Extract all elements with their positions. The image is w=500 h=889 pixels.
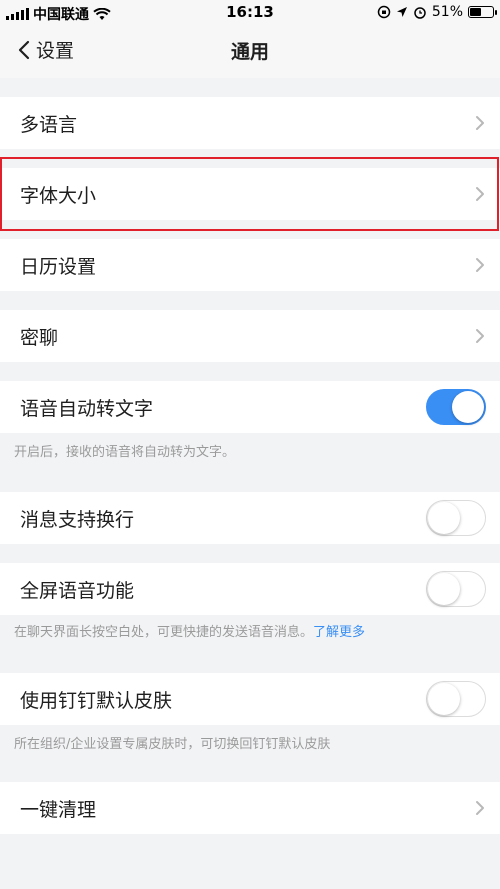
row-label: 密聊: [20, 326, 59, 349]
settings-row-voice-to-text: 语音自动转文字: [0, 381, 500, 433]
default-skin-note: 所在组织/企业设置专属皮肤时，可切换回钉钉默认皮肤: [14, 737, 331, 752]
chevron-right-icon: [476, 187, 484, 201]
row-label: 字体大小: [20, 184, 97, 207]
row-label: 全屏语音功能: [20, 579, 135, 602]
nav-bar: 设置 通用: [0, 24, 500, 78]
row-label: 使用钉钉默认皮肤: [20, 689, 173, 712]
settings-row-line-break: 消息支持换行: [0, 492, 500, 544]
chevron-right-icon: [476, 116, 484, 130]
settings-row-default-skin: 使用钉钉默认皮肤: [0, 673, 500, 725]
back-label: 设置: [36, 40, 75, 62]
alarm-icon: [414, 7, 426, 19]
settings-row-secret-chat[interactable]: 密聊: [0, 310, 500, 362]
toggle-knob: [428, 502, 460, 534]
settings-row-font-size[interactable]: 字体大小: [0, 168, 500, 220]
chevron-right-icon: [476, 801, 484, 815]
voice-to-text-note: 开启后，接收的语音将自动转为文字。: [14, 445, 236, 460]
voice-to-text-toggle[interactable]: [426, 389, 486, 425]
orientation-lock-icon: [377, 5, 391, 19]
default-skin-toggle[interactable]: [426, 681, 486, 717]
row-label: 一键清理: [20, 798, 97, 821]
line-break-toggle[interactable]: [426, 500, 486, 536]
status-right: 51%: [377, 4, 497, 20]
settings-row-clean-up[interactable]: 一键清理: [0, 782, 500, 834]
toggle-knob: [452, 391, 484, 423]
location-icon: [396, 7, 407, 17]
page-title: 通用: [230, 41, 269, 63]
learn-more-link[interactable]: 了解更多: [313, 625, 365, 640]
toggle-knob: [428, 683, 460, 715]
fullscreen-voice-toggle[interactable]: [426, 571, 486, 607]
fullscreen-voice-note: 在聊天界面长按空白处，可更快捷的发送语音消息。了解更多: [14, 624, 494, 642]
settings-row-calendar[interactable]: 日历设置: [0, 239, 500, 291]
battery-icon: [468, 6, 497, 18]
chevron-left-icon: [18, 40, 30, 59]
status-bar: 中国联通 16:13 51%: [0, 0, 500, 24]
settings-row-language[interactable]: 多语言: [0, 97, 500, 149]
note-text: 在聊天界面长按空白处，可更快捷的发送语音消息。: [14, 625, 314, 640]
chevron-right-icon: [476, 258, 484, 272]
row-label: 日历设置: [20, 255, 97, 278]
row-label: 多语言: [20, 113, 78, 136]
battery-percent: 51%: [431, 4, 463, 20]
back-button[interactable]: 设置: [18, 36, 74, 63]
chevron-right-icon: [476, 329, 484, 343]
row-label: 语音自动转文字: [20, 397, 154, 420]
row-label: 消息支持换行: [20, 508, 135, 531]
toggle-knob: [428, 573, 460, 605]
settings-row-fullscreen-voice: 全屏语音功能: [0, 563, 500, 615]
